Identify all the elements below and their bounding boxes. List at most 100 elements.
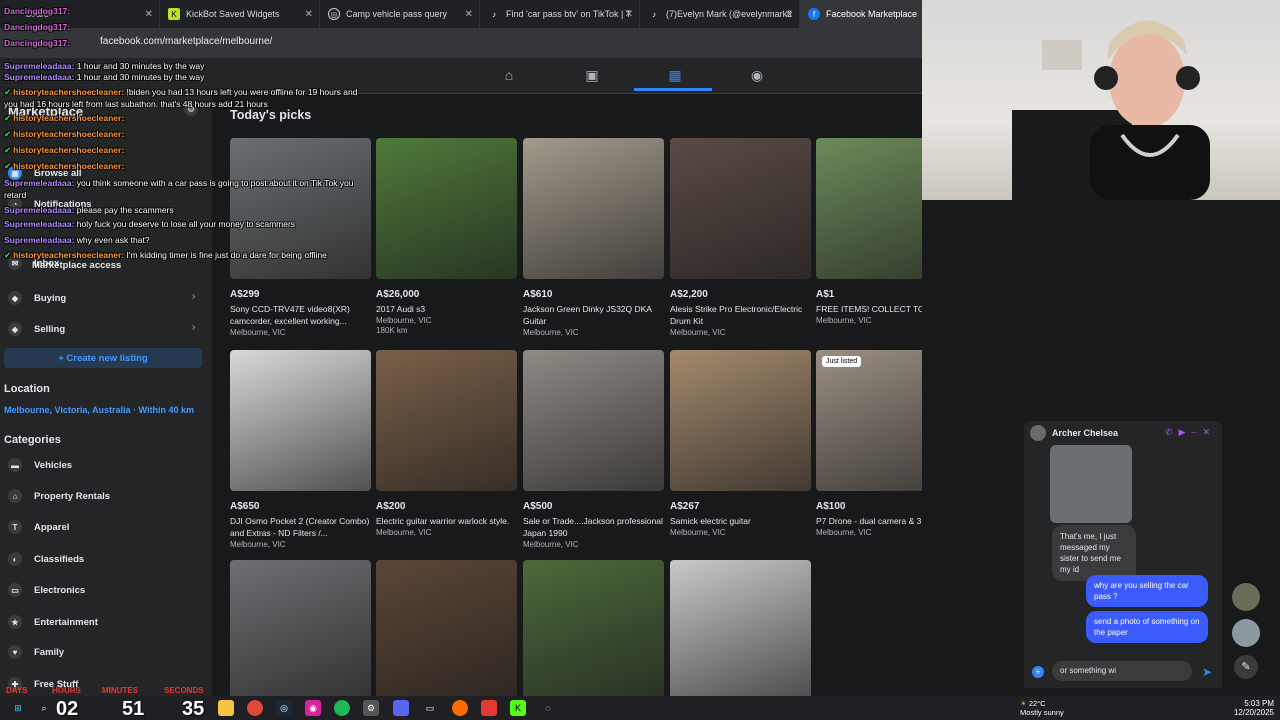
add-icon[interactable]: + (1032, 666, 1044, 678)
listing-title: Samick electric guitar (670, 516, 751, 526)
classifieds-icon: ◐ (8, 552, 22, 566)
listing-title: DJI Osmo Pocket 2 (Creator Combo) and Ex… (230, 516, 370, 538)
create-listing-button[interactable]: + Create new listing (4, 348, 202, 368)
listing-card[interactable] (670, 560, 811, 696)
sidebar-item-marketplace-access[interactable]: Marketplace access (32, 260, 121, 271)
listing-image[interactable] (230, 560, 371, 696)
kick-icon[interactable]: K (510, 700, 526, 716)
close-icon[interactable]: ✕ (305, 9, 313, 20)
send-icon[interactable]: ➤ (1202, 665, 1212, 679)
listing-card[interactable]: A$267 Samick electric guitar Melbourne, VI… (670, 350, 811, 537)
file-explorer-icon[interactable] (218, 700, 234, 716)
category-entertainment[interactable]: ★ Entertainment (8, 615, 98, 629)
listing-card[interactable] (230, 560, 371, 696)
category-property-rentals[interactable]: ⌂ Property Rentals (8, 489, 110, 503)
chat-head-avatar[interactable] (1232, 583, 1260, 611)
listing-title: Sony CCD-TRV47E video8(XR) camcorder, ex… (230, 304, 350, 326)
listing-image[interactable] (376, 350, 517, 491)
listing-location: Melbourne, VIC (523, 540, 579, 549)
listing-image[interactable] (816, 138, 922, 279)
app-icon[interactable] (452, 700, 468, 716)
listing-card[interactable]: A$1 FREE ITEMS! COLLECT TODAY! Melbourne, … (816, 138, 922, 325)
close-icon[interactable]: ✕ (785, 9, 793, 20)
settings-icon[interactable]: ⚙ (363, 700, 379, 716)
chrome-icon[interactable] (247, 700, 263, 716)
discord-icon[interactable] (393, 700, 409, 716)
listing-price: A$100 (816, 501, 846, 512)
listing-card[interactable]: A$650 DJI Osmo Pocket 2 (Creator Combo) a… (230, 350, 371, 549)
listing-card[interactable]: A$500 Sale or Trade....Jackson profession… (523, 350, 664, 549)
browser-tab[interactable]: board ✕ (0, 0, 160, 28)
browser-tab[interactable]: ◎ Camp vehicle pass query ✕ (320, 0, 480, 28)
listing-image[interactable] (230, 350, 371, 491)
groups-icon[interactable]: ◉ (748, 66, 766, 84)
timer-label: MINUTES (102, 686, 138, 695)
listing-card[interactable] (523, 560, 664, 696)
listing-location: Melbourne, VIC (376, 316, 432, 325)
listing-title: 2017 Audi s3 (376, 304, 426, 314)
app-icon[interactable]: ◌ (540, 700, 556, 716)
category-family[interactable]: ♥ Family (8, 645, 64, 659)
listing-image[interactable] (523, 560, 664, 696)
listing-image[interactable] (670, 138, 811, 279)
marketplace-icon[interactable]: ▦ (666, 66, 684, 84)
listing-image[interactable] (523, 350, 664, 491)
category-apparel[interactable]: T Apparel (8, 520, 69, 534)
phone-icon[interactable]: ✆ (1165, 427, 1179, 437)
app-icon[interactable]: ▭ (422, 700, 438, 716)
category-classifieds[interactable]: ◐ Classifieds (8, 552, 84, 566)
sidebar-item-notifications[interactable]: ◔ Notifications (8, 197, 92, 211)
browser-tab[interactable]: K KickBot Saved Widgets ✕ (160, 0, 320, 28)
weather-widget[interactable]: ☀ 22°C Mostly sunny (1020, 699, 1064, 717)
listing-card[interactable]: A$2,200 Alesis Strike Pro Electronic/Elec… (670, 138, 811, 337)
listing-image[interactable] (523, 138, 664, 279)
listing-card[interactable]: A$610 Jackson Green Dinky JS32Q DKA Guita… (523, 138, 664, 337)
listing-image[interactable]: Just listed (816, 350, 922, 491)
sidebar-item-selling[interactable]: ◈ Selling (8, 322, 65, 336)
timer-value-minutes: 51 (122, 698, 145, 720)
steam-icon[interactable]: ◎ (276, 700, 292, 716)
category-electronics[interactable]: ▭ Electronics (8, 583, 85, 597)
video-icon[interactable]: ▣ (583, 66, 601, 84)
system-clock[interactable]: 5:03 PM 12/20/2025 (1234, 699, 1274, 717)
listing-image[interactable] (670, 350, 811, 491)
location-value[interactable]: Melbourne, Victoria, Australia · Within … (4, 405, 194, 415)
video-call-icon[interactable]: ▶ (1179, 427, 1192, 437)
browser-tab[interactable]: ♪ Find 'car pass btv' on TikTok | T ✕ (480, 0, 640, 28)
bag-icon: ◆ (8, 291, 22, 305)
settings-icon[interactable]: ⚙ (184, 102, 198, 116)
home-icon[interactable]: ⌂ (500, 66, 518, 84)
close-icon[interactable]: ✕ (1202, 427, 1216, 437)
browser-tab[interactable]: ♪ (7)Evelyn Mark (@evelynmark2 ✕ (640, 0, 800, 28)
listing-card[interactable]: Just listed A$100 P7 Drone - dual camera &… (816, 350, 922, 537)
inbox-icon: ✉ (8, 256, 22, 270)
chevron-right-icon: › (192, 322, 196, 333)
browser-tab-active[interactable]: f Facebook Marketplace (800, 0, 922, 28)
new-message-icon[interactable]: ✎ (1234, 655, 1258, 679)
chat-head-avatar[interactable] (1232, 619, 1260, 647)
listing-card[interactable]: A$26,000 2017 Audi s3 Melbourne, VIC 180K k… (376, 138, 517, 335)
listing-card[interactable] (376, 560, 517, 696)
instagram-icon[interactable]: ◉ (305, 700, 321, 716)
close-icon[interactable]: ✕ (465, 9, 473, 20)
listing-image[interactable] (230, 138, 371, 279)
category-vehicles[interactable]: ▬ Vehicles (8, 458, 72, 472)
close-icon[interactable]: ✕ (145, 9, 153, 20)
shared-photo[interactable] (1050, 445, 1132, 523)
spotify-icon[interactable] (334, 700, 350, 716)
listing-price: A$200 (376, 501, 406, 512)
listing-price: A$2,200 (670, 289, 708, 300)
listing-image[interactable] (376, 560, 517, 696)
listing-card[interactable]: A$299 Sony CCD-TRV47E video8(XR) camcorde… (230, 138, 371, 337)
address-bar[interactable]: facebook.com/marketplace/melbourne/ (0, 28, 922, 58)
listing-image[interactable] (670, 560, 811, 696)
listing-image[interactable] (376, 138, 517, 279)
app-icon[interactable] (481, 700, 497, 716)
timer-label: DAYS (6, 686, 28, 695)
message-input[interactable]: or something wi (1052, 661, 1192, 681)
sidebar-item-buying[interactable]: ◆ Buying (8, 291, 66, 305)
listing-card[interactable]: A$200 Electric guitar warrior warlock sty… (376, 350, 517, 537)
close-icon[interactable]: ✕ (625, 9, 633, 20)
minimize-icon[interactable]: – (1191, 427, 1202, 437)
sidebar-item-browse-all[interactable]: ▦ Browse all (8, 166, 82, 180)
